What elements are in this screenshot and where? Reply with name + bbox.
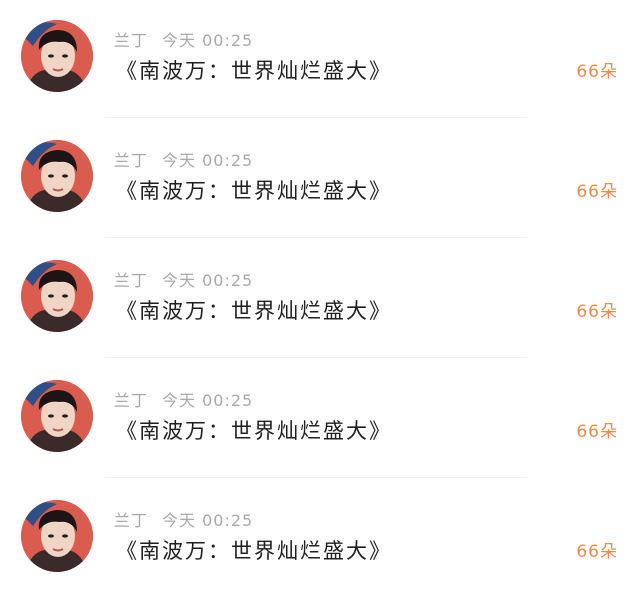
timestamp: 今天 00:25 [162, 271, 254, 290]
flower-count: 66朵 [576, 302, 618, 322]
timestamp: 今天 00:25 [162, 31, 254, 50]
message-meta: 兰丁 今天 00:25 [114, 150, 253, 172]
avatar[interactable] [21, 260, 93, 332]
list-item[interactable]: 兰丁 今天 00:25 《南波万：世界灿烂盛大》 66朵 [0, 0, 640, 120]
sender-name: 兰丁 [114, 151, 149, 170]
list-item[interactable]: 兰丁 今天 00:25 《南波万：世界灿烂盛大》 66朵 [0, 240, 640, 360]
message-title: 《南波万：世界灿烂盛大》 [116, 179, 392, 203]
avatar-photo-icon [21, 260, 93, 332]
sender-name: 兰丁 [114, 391, 149, 410]
flower-count: 66朵 [576, 182, 618, 202]
divider [105, 357, 527, 358]
sender-name: 兰丁 [114, 511, 149, 530]
list-item[interactable]: 兰丁 今天 00:25 《南波万：世界灿烂盛大》 66朵 [0, 360, 640, 480]
avatar-photo-icon [21, 20, 93, 92]
timestamp: 今天 00:25 [162, 511, 254, 530]
timestamp: 今天 00:25 [162, 151, 254, 170]
sender-name: 兰丁 [114, 271, 149, 290]
flower-count: 66朵 [576, 62, 618, 82]
message-title: 《南波万：世界灿烂盛大》 [116, 539, 392, 563]
timestamp: 今天 00:25 [162, 391, 254, 410]
message-title: 《南波万：世界灿烂盛大》 [116, 419, 392, 443]
message-meta: 兰丁 今天 00:25 [114, 30, 253, 52]
avatar[interactable] [21, 500, 93, 572]
divider [105, 237, 527, 238]
avatar-photo-icon [21, 500, 93, 572]
flower-count: 66朵 [576, 422, 618, 442]
list-item[interactable]: 兰丁 今天 00:25 《南波万：世界灿烂盛大》 66朵 [0, 480, 640, 600]
message-meta: 兰丁 今天 00:25 [114, 390, 253, 412]
message-title: 《南波万：世界灿烂盛大》 [116, 59, 392, 83]
avatar-photo-icon [21, 140, 93, 212]
avatar[interactable] [21, 140, 93, 212]
message-meta: 兰丁 今天 00:25 [114, 270, 253, 292]
sender-name: 兰丁 [114, 31, 149, 50]
avatar-photo-icon [21, 380, 93, 452]
list-item[interactable]: 兰丁 今天 00:25 《南波万：世界灿烂盛大》 66朵 [0, 120, 640, 240]
message-title: 《南波万：世界灿烂盛大》 [116, 299, 392, 323]
avatar[interactable] [21, 380, 93, 452]
message-list: 兰丁 今天 00:25 《南波万：世界灿烂盛大》 66朵 兰丁 今天 00:25 《… [0, 0, 640, 595]
avatar[interactable] [21, 20, 93, 92]
divider [105, 477, 527, 478]
divider [105, 117, 527, 118]
flower-count: 66朵 [576, 542, 618, 562]
message-meta: 兰丁 今天 00:25 [114, 510, 253, 532]
